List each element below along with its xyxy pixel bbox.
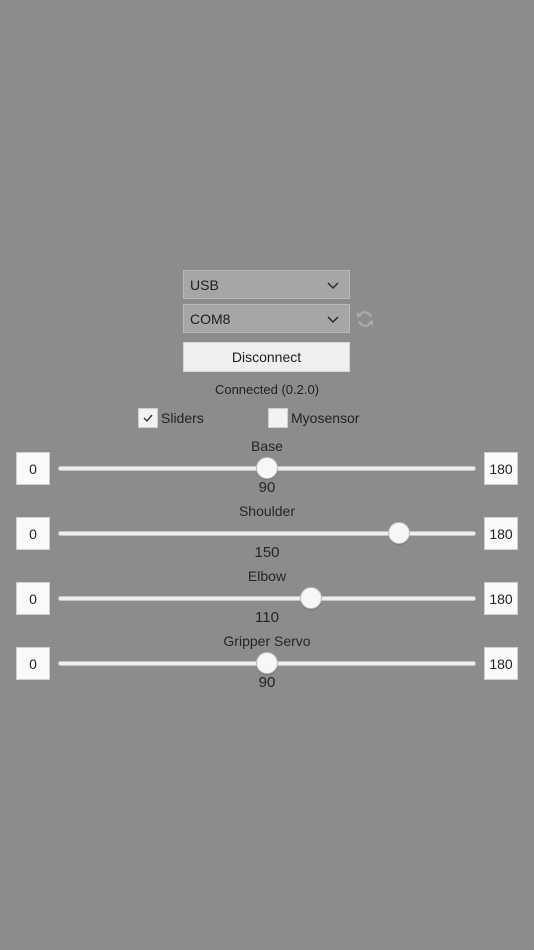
- sliders-checkbox[interactable]: [138, 408, 158, 428]
- shoulder-slider-thumb[interactable]: [388, 522, 410, 544]
- sliders-toggle[interactable]: Sliders: [138, 408, 204, 428]
- checkmark-icon: [143, 414, 153, 423]
- elbow-slider-track[interactable]: [58, 596, 476, 601]
- gripper-servo-max-field[interactable]: 180: [484, 647, 518, 680]
- elbow-max-field[interactable]: 180: [484, 582, 518, 615]
- refresh-icon[interactable]: [355, 309, 375, 329]
- base-max-field[interactable]: 180: [484, 452, 518, 485]
- port-value: COM8: [190, 310, 231, 327]
- port-dropdown[interactable]: COM8: [183, 304, 350, 333]
- connection-type-value: USB: [190, 276, 219, 293]
- myosensor-toggle-label: Myosensor: [291, 410, 360, 426]
- gripper-servo-label: Gripper Servo: [223, 633, 311, 649]
- elbow-label: Elbow: [247, 568, 287, 584]
- elbow-slider-thumb[interactable]: [300, 587, 322, 609]
- connection-type-dropdown[interactable]: USB: [183, 270, 350, 299]
- myosensor-checkbox[interactable]: [268, 408, 288, 428]
- shoulder-max-field[interactable]: 180: [484, 517, 518, 550]
- base-label: Base: [251, 438, 283, 454]
- chevron-down-icon: [327, 282, 339, 290]
- shoulder-value: 150: [254, 544, 280, 561]
- elbow-value: 110: [255, 609, 279, 626]
- disconnect-button[interactable]: Disconnect: [183, 342, 350, 372]
- gripper-servo-slider-thumb[interactable]: [256, 652, 278, 674]
- sliders-toggle-label: Sliders: [161, 410, 204, 426]
- base-value: 90: [258, 479, 276, 496]
- slider-row-gripper-servo: 0 Gripper Servo 90 180: [0, 633, 534, 707]
- base-slider-thumb[interactable]: [256, 457, 278, 479]
- gripper-servo-value: 90: [258, 674, 276, 691]
- shoulder-slider-track[interactable]: [58, 531, 476, 536]
- chevron-down-icon: [327, 316, 339, 324]
- shoulder-label: Shoulder: [238, 503, 296, 519]
- myosensor-toggle[interactable]: Myosensor: [268, 408, 359, 428]
- connection-status: Connected (0.2.0): [214, 382, 320, 397]
